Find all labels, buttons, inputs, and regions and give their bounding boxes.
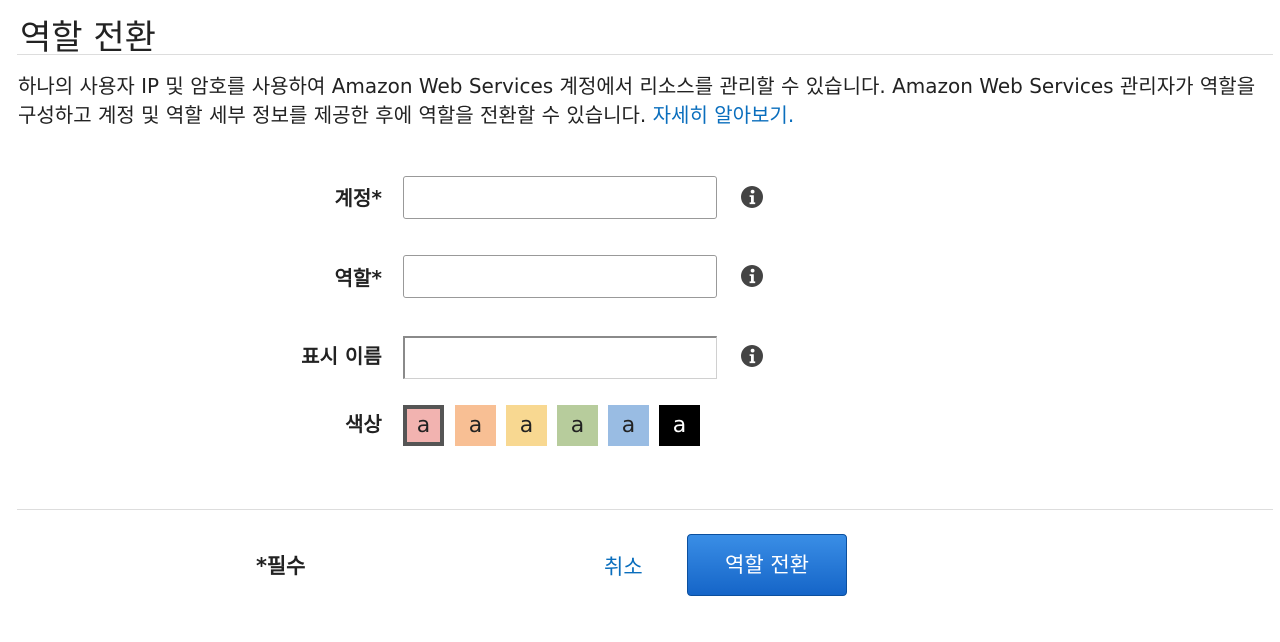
color-swatch-yellow[interactable]: a: [506, 405, 547, 446]
color-swatch-blue[interactable]: a: [608, 405, 649, 446]
display-name-label: 표시 이름: [301, 344, 382, 368]
title-divider: [17, 54, 1273, 55]
cancel-link[interactable]: 취소: [604, 551, 643, 581]
info-icon[interactable]: [740, 344, 764, 368]
color-swatch-red[interactable]: a: [403, 405, 444, 446]
footer-divider: [17, 509, 1273, 510]
color-swatch-black[interactable]: a: [659, 405, 700, 446]
page-description: 하나의 사용자 IP 및 암호를 사용하여 Amazon Web Service…: [18, 72, 1270, 130]
color-swatch-green[interactable]: a: [557, 405, 598, 446]
color-swatch-orange[interactable]: a: [455, 405, 496, 446]
account-label: 계정*: [334, 186, 382, 210]
color-label: 색상: [345, 412, 382, 436]
info-icon[interactable]: [740, 264, 764, 288]
description-text: 하나의 사용자 IP 및 암호를 사용하여 Amazon Web Service…: [18, 74, 1256, 127]
role-input[interactable]: [403, 255, 717, 298]
learn-more-link[interactable]: 자세히 알아보기.: [653, 103, 795, 127]
account-input[interactable]: [403, 176, 717, 219]
page-title: 역할 전환: [20, 18, 156, 58]
switch-role-button[interactable]: 역할 전환: [687, 534, 847, 596]
info-icon[interactable]: [740, 185, 764, 209]
display-name-input[interactable]: [403, 336, 717, 379]
role-label: 역할*: [334, 266, 382, 290]
required-note: *필수: [256, 554, 306, 578]
